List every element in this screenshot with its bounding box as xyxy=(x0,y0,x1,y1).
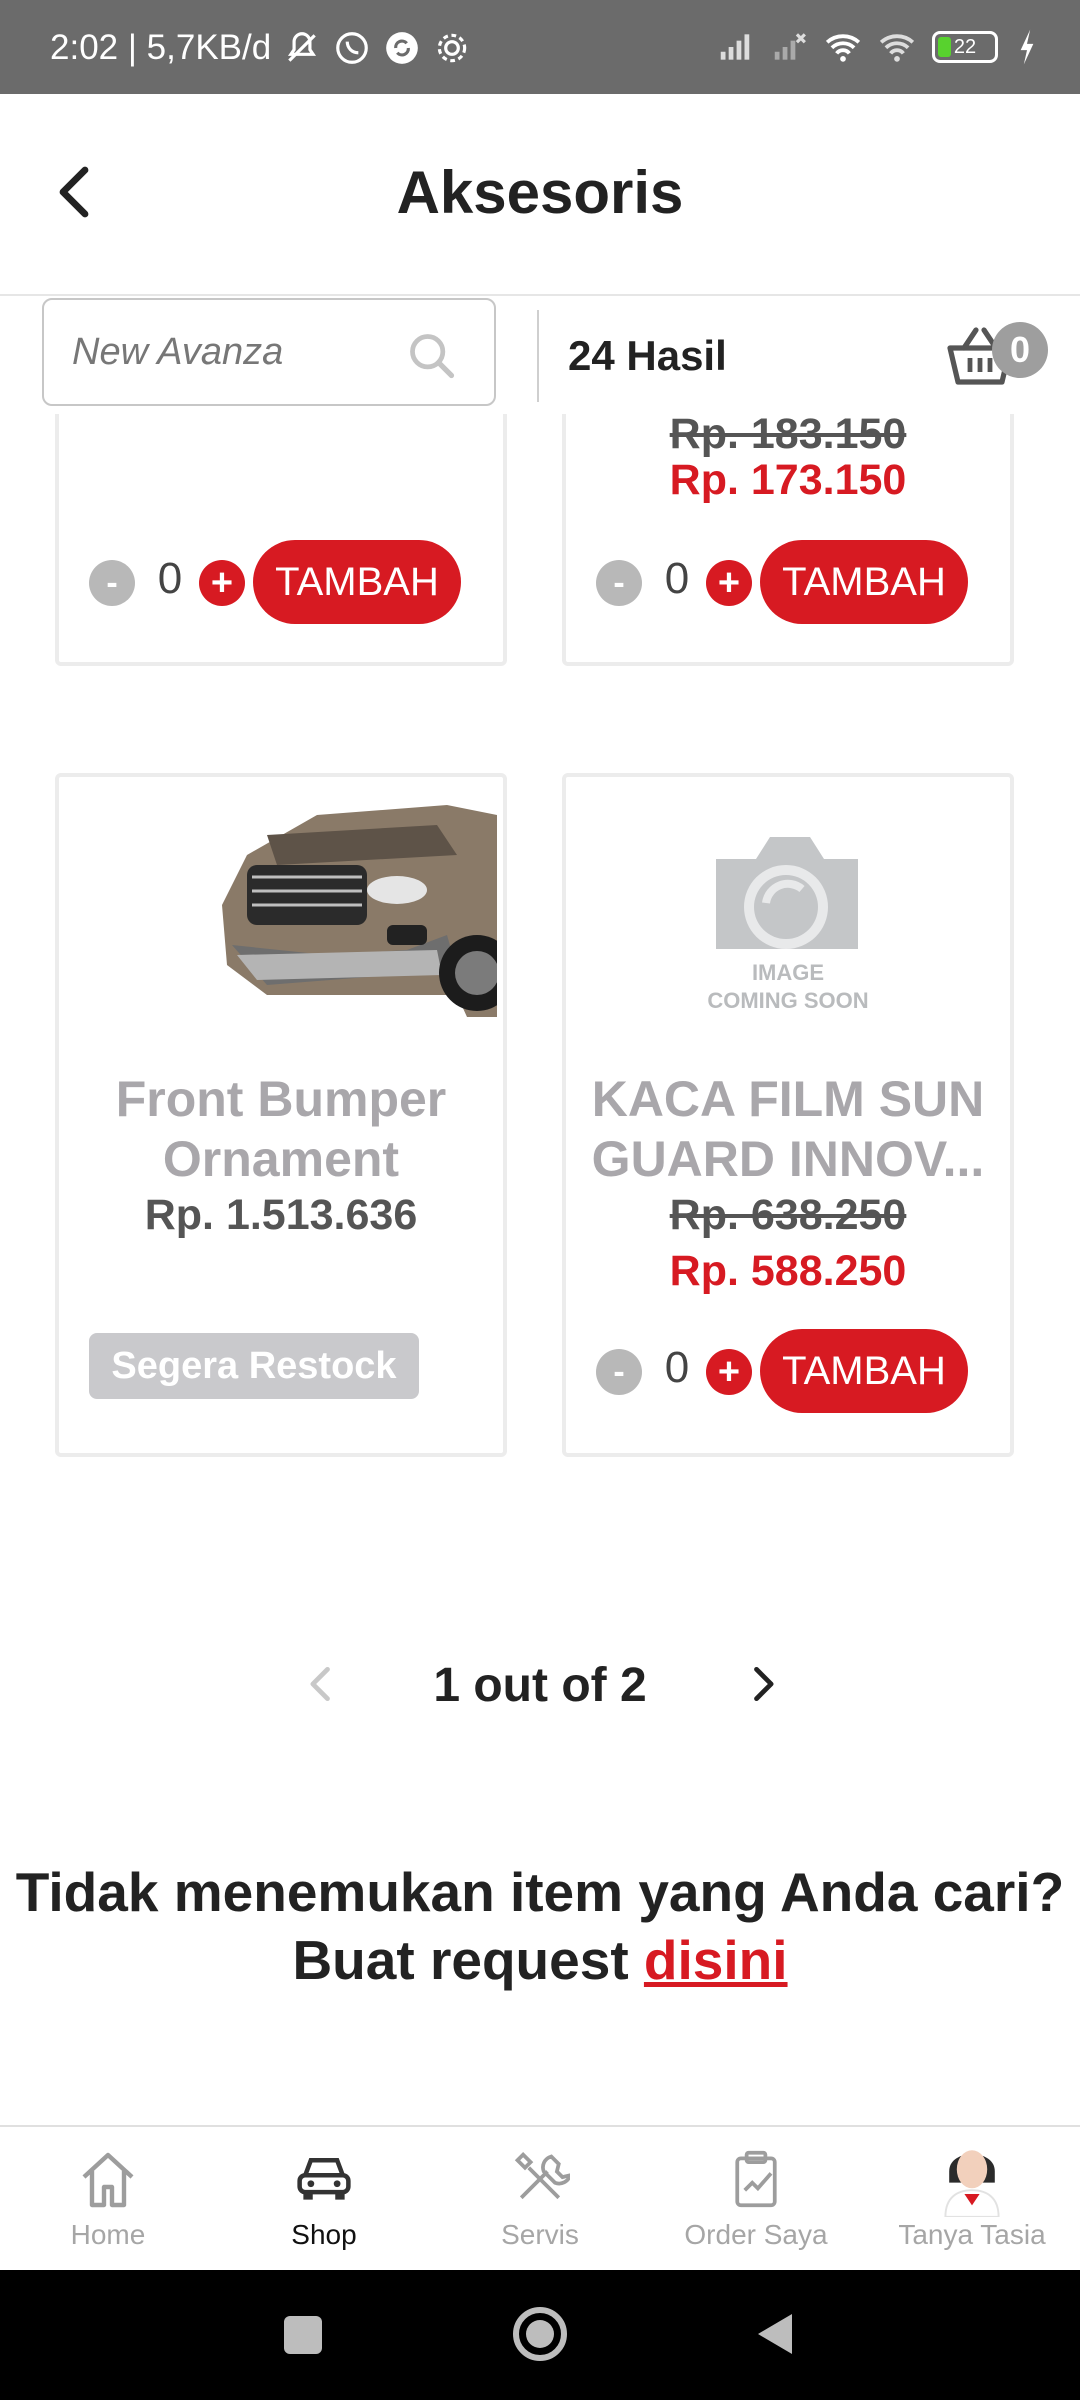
system-navigation-bar xyxy=(0,2270,1080,2400)
product-name-line1[interactable]: KACA FILM SUN xyxy=(566,1069,1010,1129)
restock-status-badge: Segera Restock xyxy=(89,1333,419,1399)
signal-no-service-icon xyxy=(774,33,806,60)
page-indicator: 1 out of 2 xyxy=(433,1659,647,1712)
divider xyxy=(537,310,539,402)
status-left: 2:02 | 5,7KB/d xyxy=(50,28,471,68)
nav-label: Order Saya xyxy=(684,2219,828,2250)
discount-price: Rp. 173.150 xyxy=(669,456,907,504)
request-prefix: Buat request xyxy=(292,1929,644,1991)
status-time: 2:02 | 5,7KB/d xyxy=(50,28,272,67)
product-card[interactable]: IMAGE COMING SOON KACA FILM SUN GUARD IN… xyxy=(562,773,1014,1457)
chevron-right-icon[interactable] xyxy=(740,1662,784,1706)
discount-price: Rp. 588.250 xyxy=(669,1247,907,1295)
image-coming-soon-text: IMAGE COMING SOON xyxy=(566,959,1010,1015)
product-card[interactable]: Front Bumper Ornament Rp. 1.513.636 Sege… xyxy=(55,773,507,1457)
request-link[interactable]: disini xyxy=(644,1929,788,1991)
decrease-quantity-button[interactable]: - xyxy=(89,560,135,606)
request-line1: Tidak menemukan item yang Anda cari? xyxy=(15,1861,1065,1923)
battery-level: 22 xyxy=(953,35,977,58)
quantity-value: 0 xyxy=(664,554,690,603)
battery-fill xyxy=(938,37,952,57)
nav-order-saya[interactable]: Order Saya xyxy=(648,2127,864,2272)
pagination: 1 out of 2 xyxy=(0,1640,1080,1730)
search-box[interactable] xyxy=(42,298,496,406)
clipboard-icon xyxy=(735,2150,777,2208)
back-button[interactable] xyxy=(752,2310,796,2358)
product-image-front-bumper[interactable] xyxy=(207,795,497,1017)
status-right: 22 xyxy=(716,28,1040,66)
search-input[interactable] xyxy=(72,320,402,384)
nav-servis[interactable]: Servis xyxy=(432,2127,648,2272)
page-title: Aksesoris xyxy=(396,159,684,226)
quantity-value: 0 xyxy=(157,554,183,603)
nav-home[interactable]: Home xyxy=(0,2127,216,2272)
app-header: Aksesoris xyxy=(0,94,1080,296)
quantity-value: 0 xyxy=(664,1343,690,1392)
assistant-avatar xyxy=(944,2150,1000,2217)
whatsapp-icon xyxy=(336,32,369,64)
add-to-cart-button[interactable]: TAMBAH xyxy=(253,540,461,624)
results-count: 24 Hasil xyxy=(568,332,727,379)
settings-gear-icon xyxy=(437,33,467,63)
request-prompt: Tidak menemukan item yang Anda cari? Bua… xyxy=(0,1858,1080,1994)
nav-label: Servis xyxy=(501,2219,579,2250)
charging-icon xyxy=(1020,29,1034,65)
battery-indicator: 22 xyxy=(932,31,998,63)
cart-count-badge: 0 xyxy=(992,322,1048,378)
product-name-line2[interactable]: Ornament xyxy=(59,1129,503,1189)
wifi-icon xyxy=(825,34,861,62)
product-name-line1[interactable]: Front Bumper xyxy=(59,1069,503,1129)
quantity-control: - 0 + TAMBAH xyxy=(596,540,1016,624)
original-price: Rp. 638.250 xyxy=(669,1191,907,1239)
notification-muted-icon xyxy=(288,32,317,62)
tools-icon xyxy=(514,2151,570,2200)
decrease-quantity-button[interactable]: - xyxy=(596,560,642,606)
wifi-hotspot-icon xyxy=(879,34,915,62)
signal-icon xyxy=(720,34,750,60)
request-line2: Buat request disini xyxy=(0,1926,1080,1994)
car-icon xyxy=(297,2158,351,2200)
add-to-cart-button[interactable]: TAMBAH xyxy=(760,1329,968,1413)
recent-apps-button[interactable] xyxy=(284,2316,322,2354)
nav-tanya-tasia[interactable]: Tanya Tasia xyxy=(864,2127,1080,2272)
nav-label: Shop xyxy=(291,2219,357,2250)
camera-placeholder-icon[interactable] xyxy=(696,811,876,961)
status-bar: 2:02 | 5,7KB/d 22 xyxy=(0,0,1080,94)
product-price: Rp. 1.513.636 xyxy=(144,1191,418,1239)
product-name-line2[interactable]: GUARD INNOV... xyxy=(566,1129,1010,1189)
decrease-quantity-button[interactable]: - xyxy=(596,1349,642,1395)
increase-quantity-button[interactable]: + xyxy=(706,560,752,606)
increase-quantity-button[interactable]: + xyxy=(199,560,245,606)
image-text-line2: COMING SOON xyxy=(707,988,869,1013)
nav-label: Tanya Tasia xyxy=(898,2219,1046,2250)
home-button[interactable] xyxy=(512,2306,568,2362)
search-icon[interactable] xyxy=(406,330,458,382)
add-to-cart-button[interactable]: TAMBAH xyxy=(760,540,968,624)
original-price: Rp. 183.150 xyxy=(669,410,907,458)
quantity-control: - 0 + TAMBAH xyxy=(89,540,509,624)
quantity-control: - 0 + TAMBAH xyxy=(596,1329,1016,1413)
bottom-navigation: Home Shop Servis Order Saya Tanya Tasia xyxy=(0,2125,1080,2270)
search-bar-row: 24 Hasil 0 xyxy=(0,296,1080,414)
nav-shop[interactable]: Shop xyxy=(216,2127,432,2272)
increase-quantity-button[interactable]: + xyxy=(706,1349,752,1395)
home-icon xyxy=(82,2152,134,2208)
nav-label: Home xyxy=(70,2219,146,2250)
sync-app-icon xyxy=(386,32,419,64)
image-text-line1: IMAGE xyxy=(751,960,825,985)
